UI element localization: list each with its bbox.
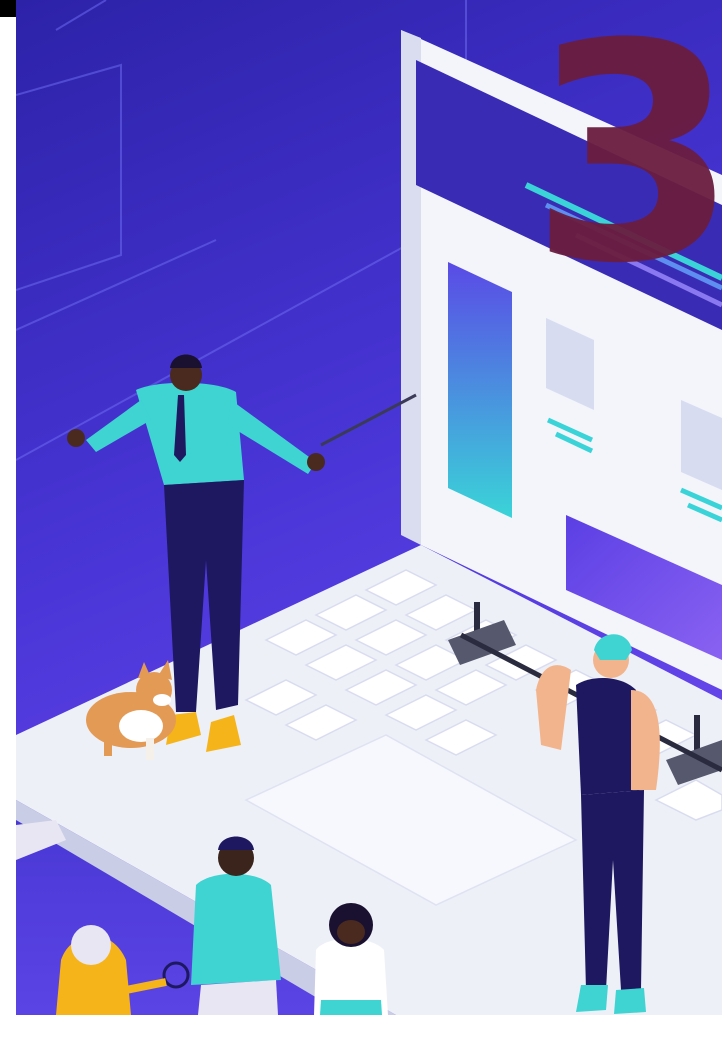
image-frame: 3 — [0, 0, 722, 1043]
corner-tab — [0, 0, 16, 17]
screen-sidebar-bar — [448, 262, 512, 518]
illustration-svg: 3 — [16, 0, 722, 1015]
badge-number: 3 — [530, 0, 722, 329]
illustration: 3 — [16, 0, 722, 1015]
